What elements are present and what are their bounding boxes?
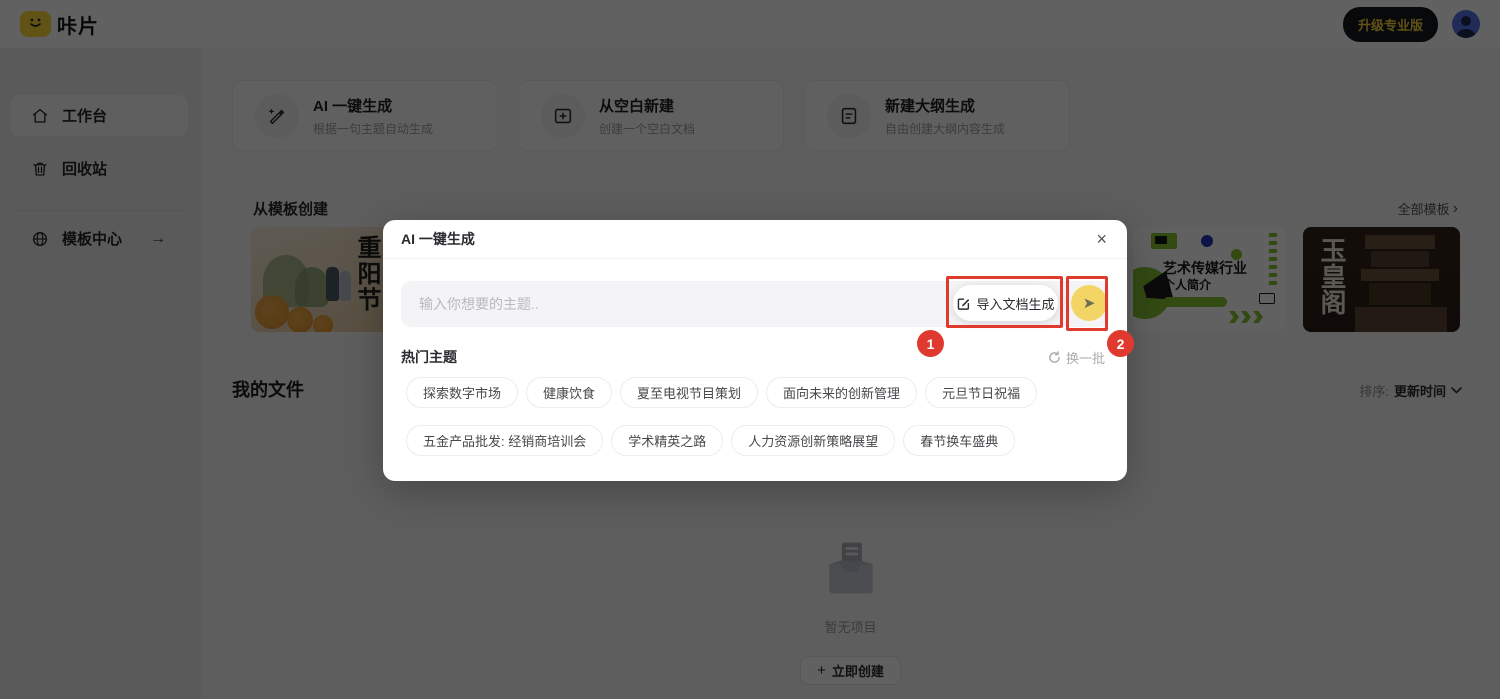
annotation-box-2 xyxy=(1066,276,1108,331)
topic-chip[interactable]: 探索数字市场 xyxy=(406,377,518,408)
app-page: 咔片 升级专业版 工作台 回收站 模板中心 → xyxy=(0,0,1500,699)
close-icon[interactable]: × xyxy=(1096,230,1107,248)
topic-chip[interactable]: 五金产品批发: 经销商培训会 xyxy=(406,425,603,456)
annotation-badge-1: 1 xyxy=(917,330,944,357)
annotation-badge-2: 2 xyxy=(1107,330,1134,357)
ai-generate-modal: AI 一键生成 × 导入文档生成 ➤ 热门主题 换一批 探索数字市场 健康饮食 … xyxy=(383,220,1127,481)
refresh-icon xyxy=(1048,351,1061,364)
topic-chip-row: 五金产品批发: 经销商培训会 学术精英之路 人力资源创新策略展望 春节换车盛典 xyxy=(406,425,1015,456)
hot-topics-label: 热门主题 xyxy=(401,347,457,367)
topic-chip[interactable]: 元旦节日祝福 xyxy=(925,377,1037,408)
modal-header: AI 一键生成 × xyxy=(383,220,1127,259)
refresh-topics-label: 换一批 xyxy=(1066,348,1105,367)
topic-chip[interactable]: 健康饮食 xyxy=(526,377,612,408)
topic-chip[interactable]: 夏至电视节目策划 xyxy=(620,377,758,408)
annotation-box-1 xyxy=(946,276,1063,328)
topic-chip[interactable]: 学术精英之路 xyxy=(611,425,723,456)
topic-chip[interactable]: 面向未来的创新管理 xyxy=(766,377,917,408)
topic-chip[interactable]: 人力资源创新策略展望 xyxy=(731,425,895,456)
topic-chip[interactable]: 春节换车盛典 xyxy=(903,425,1015,456)
topic-chip-row: 探索数字市场 健康饮食 夏至电视节目策划 面向未来的创新管理 元旦节日祝福 xyxy=(406,377,1037,408)
modal-title: AI 一键生成 xyxy=(401,229,475,249)
refresh-topics-button[interactable]: 换一批 xyxy=(1048,348,1105,367)
